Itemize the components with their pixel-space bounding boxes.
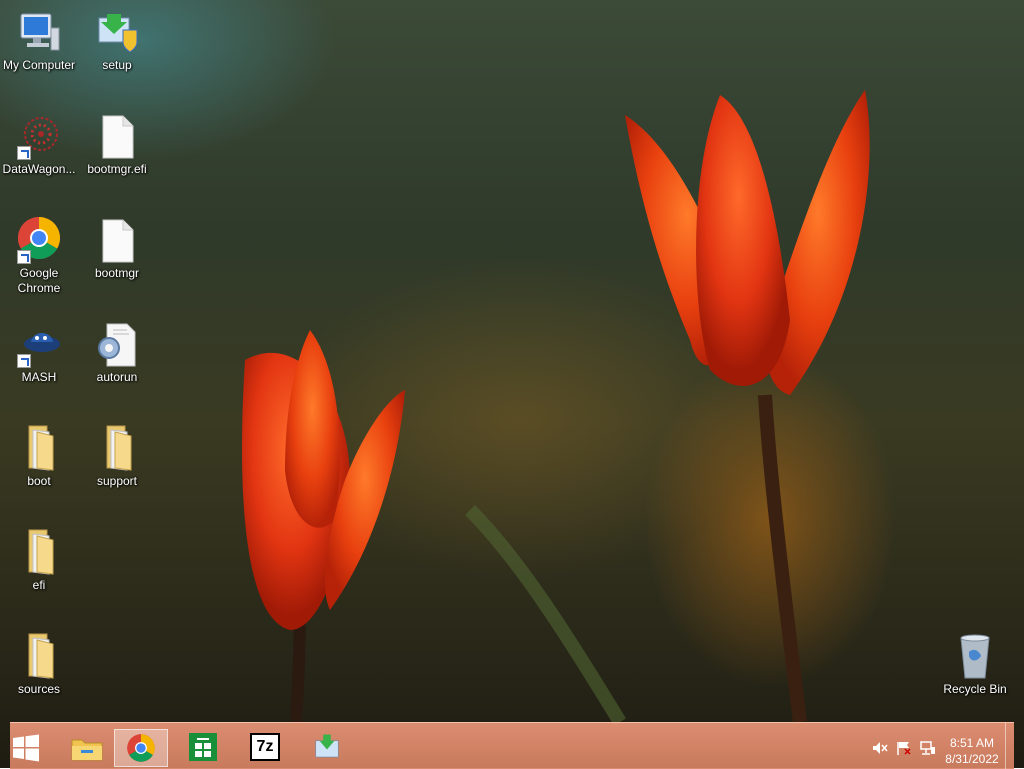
taskbar-item-setup[interactable] bbox=[300, 729, 354, 767]
desktop-icon-recycle-bin[interactable]: Recycle Bin bbox=[936, 632, 1014, 697]
desktop-icon-sources[interactable]: sources bbox=[0, 632, 78, 697]
show-desktop-button[interactable] bbox=[1005, 723, 1014, 769]
windows-logo-icon bbox=[13, 734, 39, 762]
7zip-icon: 7z bbox=[250, 733, 280, 761]
taskbar-clock[interactable]: 8:51 AM 8/31/2022 bbox=[942, 735, 1002, 767]
desktop-icon-label: autorun bbox=[96, 370, 138, 384]
taskbar-item-google-chrome[interactable] bbox=[114, 729, 168, 767]
setup-icon bbox=[315, 734, 339, 758]
action-center-flag-icon[interactable] bbox=[896, 741, 912, 755]
desktop-icon-autorun[interactable]: autorun bbox=[78, 320, 156, 385]
start-button[interactable] bbox=[10, 731, 40, 763]
desktop-icon-label: Recycle Bin bbox=[943, 682, 1007, 696]
desktop-icon-mash[interactable]: MASH bbox=[0, 320, 78, 385]
mash-icon bbox=[15, 320, 63, 368]
shortcut-arrow-icon bbox=[17, 250, 31, 264]
desktop-icon-google-chrome[interactable]: Google Chrome bbox=[0, 216, 78, 296]
store-icon bbox=[189, 733, 217, 761]
desktop-icon-label: support bbox=[96, 474, 138, 488]
shortcut-arrow-icon bbox=[17, 146, 31, 160]
taskbar: 7z 8:51 AM 8/31/2022 bbox=[10, 722, 1014, 769]
folder-icon bbox=[15, 528, 63, 576]
settings-file-icon bbox=[93, 320, 141, 368]
desktop-icon-efi[interactable]: efi bbox=[0, 528, 78, 593]
taskbar-item-file-explorer[interactable] bbox=[60, 729, 114, 767]
recycle-bin-icon bbox=[951, 632, 999, 680]
desktop-icon-label: setup bbox=[102, 58, 132, 72]
taskbar-item-store[interactable] bbox=[176, 729, 230, 767]
datawagon-icon bbox=[15, 112, 63, 160]
network-icon[interactable] bbox=[920, 741, 936, 755]
desktop-icon-label: bootmgr bbox=[94, 266, 140, 280]
desktop-icon-label: bootmgr.efi bbox=[87, 162, 147, 176]
desktop-icon-label: MASH bbox=[21, 370, 57, 384]
chrome-icon bbox=[127, 734, 155, 762]
volume-muted-icon[interactable] bbox=[872, 741, 888, 755]
setup-icon bbox=[93, 8, 141, 56]
desktop-icon-label: My Computer bbox=[2, 58, 76, 72]
desktop-icon-boot[interactable]: boot bbox=[0, 424, 78, 489]
desktop-icon-label: Google Chrome bbox=[17, 266, 61, 295]
desktop-icon-my-computer[interactable]: My Computer bbox=[0, 8, 78, 73]
chrome-icon bbox=[15, 216, 63, 264]
desktop-icon-datawagon[interactable]: DataWagon... bbox=[0, 112, 78, 177]
folder-icon bbox=[93, 424, 141, 472]
file-icon bbox=[93, 216, 141, 264]
computer-icon bbox=[15, 8, 63, 56]
folder-icon bbox=[15, 632, 63, 680]
7zip-icon-text: 7z bbox=[256, 738, 274, 755]
desktop-icon-label: efi bbox=[32, 578, 46, 592]
file-icon bbox=[93, 112, 141, 160]
taskbar-item-7zip[interactable]: 7z bbox=[238, 729, 292, 767]
desktop-icon-bootmgr-efi[interactable]: bootmgr.efi bbox=[78, 112, 156, 177]
folder-icon bbox=[15, 424, 63, 472]
shortcut-arrow-icon bbox=[17, 354, 31, 368]
clock-time: 8:51 AM bbox=[949, 736, 995, 750]
desktop-icon-label: boot bbox=[27, 474, 51, 488]
desktop-icon-label: sources bbox=[17, 682, 61, 696]
desktop-icon-setup[interactable]: setup bbox=[78, 8, 156, 73]
file-explorer-icon bbox=[71, 739, 103, 761]
desktop-icon-bootmgr[interactable]: bootmgr bbox=[78, 216, 156, 281]
clock-date: 8/31/2022 bbox=[945, 752, 999, 766]
desktop-icon-label: DataWagon... bbox=[2, 162, 76, 176]
desktop-icon-support[interactable]: support bbox=[78, 424, 156, 489]
